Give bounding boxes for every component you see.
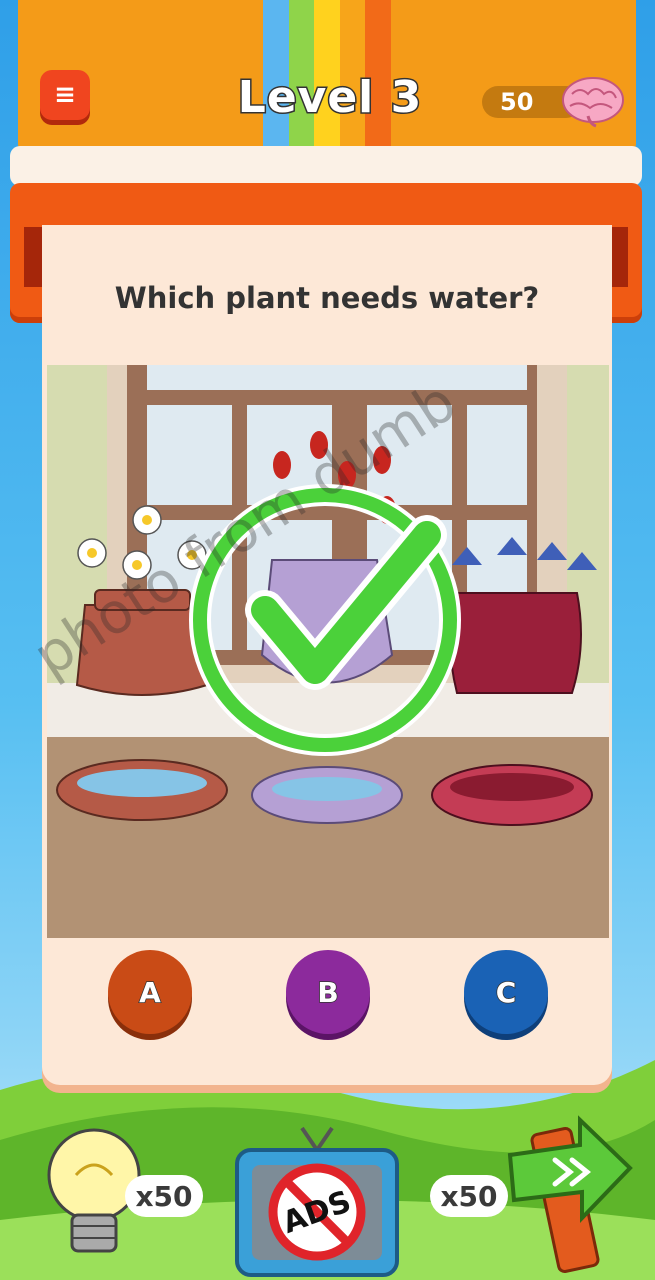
menu-button[interactable]: ≡ (40, 70, 90, 120)
hint-cost[interactable]: x50 (125, 1175, 203, 1217)
brain-count: 50 (500, 88, 534, 116)
menu-icon: ≡ (54, 80, 76, 110)
plant-scene (47, 365, 609, 938)
card-holder-top (10, 146, 642, 186)
skip-cost[interactable]: x50 (430, 1175, 508, 1217)
answer-c-label: C (495, 975, 517, 1010)
question-text: Which plant needs water? (114, 281, 540, 315)
answer-a-button[interactable]: A (108, 950, 192, 1034)
skip-arrow-icon[interactable] (500, 1090, 640, 1275)
answer-b-button[interactable]: B (286, 950, 370, 1034)
brain-icon (562, 77, 624, 128)
level-title: Level 3 (236, 71, 423, 125)
question-card: Which plant needs water? A B C (42, 225, 612, 1085)
answer-c-button[interactable]: C (464, 950, 548, 1034)
answer-b-label: B (317, 975, 340, 1010)
answer-a-label: A (138, 975, 161, 1010)
